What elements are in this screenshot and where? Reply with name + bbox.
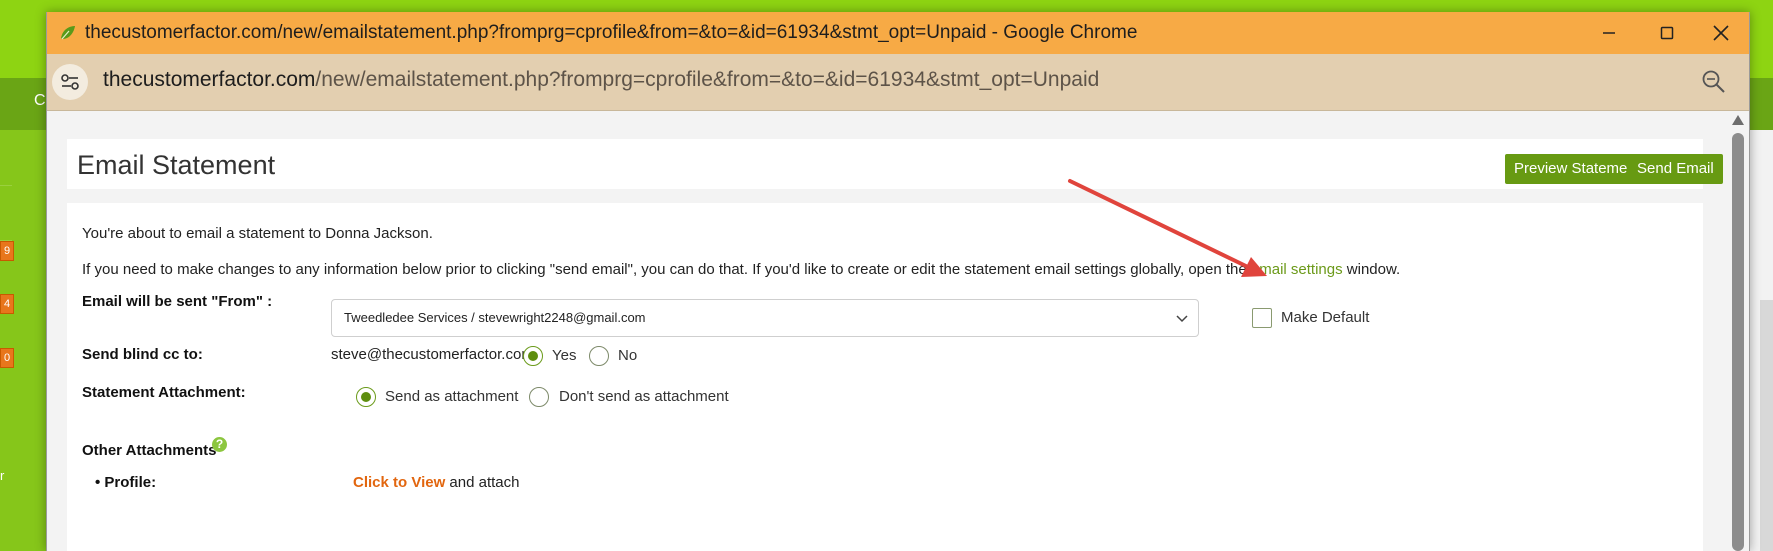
bcc-label: Send blind cc to:	[82, 346, 203, 363]
background-fragment: r	[0, 468, 5, 483]
email-settings-link[interactable]: email settings	[1251, 261, 1343, 278]
maximize-icon[interactable]	[1645, 18, 1689, 48]
instructions-after: window.	[1342, 261, 1401, 278]
other-attachments-label: Other Attachments	[82, 442, 217, 459]
email-statement-form	[67, 203, 1703, 551]
bcc-email: steve@thecustomerfactor.com	[331, 346, 534, 363]
background-sidebar	[0, 130, 46, 551]
profile-label: • Profile:	[95, 474, 157, 491]
make-default-checkbox[interactable]	[1252, 308, 1272, 328]
chrome-popup-window: thecustomerfactor.com/new/emailstatement…	[46, 12, 1750, 551]
url-path: /new/emailstatement.php?fromprg=cprofile…	[315, 68, 1100, 91]
background-badge: 4	[0, 294, 14, 314]
from-select-value: Tweedledee Services / stevewright2248@gm…	[344, 310, 646, 325]
address-bar[interactable]: thecustomerfactor.com/new/emailstatement…	[47, 54, 1749, 111]
url-text[interactable]: thecustomerfactor.com/new/emailstatement…	[103, 68, 1099, 92]
window-title: thecustomerfactor.com/new/emailstatement…	[85, 22, 1138, 43]
bcc-no-label: No	[618, 347, 638, 364]
close-icon[interactable]	[1699, 18, 1743, 48]
dont-send-attachment-radio[interactable]	[529, 387, 549, 407]
zoom-icon[interactable]	[1701, 69, 1727, 95]
page-viewport: Email Statement Preview Statement Send E…	[47, 111, 1725, 551]
send-as-attachment-radio[interactable]	[356, 387, 376, 407]
scrollbar-thumb[interactable]	[1732, 133, 1744, 551]
intro-text: You're about to email a statement to Don…	[82, 225, 433, 242]
chevron-down-icon	[1176, 312, 1188, 324]
background-nav-item: C	[34, 92, 46, 109]
leaf-icon	[59, 24, 77, 42]
bcc-yes-label: Yes	[552, 347, 577, 364]
minimize-icon[interactable]	[1587, 18, 1631, 48]
background-scroll-strip	[1760, 300, 1773, 551]
site-info-icon[interactable]	[52, 64, 88, 100]
attachment-label: Statement Attachment:	[82, 384, 246, 401]
background-badge: 0	[0, 348, 14, 368]
from-select[interactable]: Tweedledee Services / stevewright2248@gm…	[331, 299, 1199, 337]
page-header: Email Statement Preview Statement Send E…	[67, 139, 1723, 189]
from-label: Email will be sent "From" :	[82, 293, 273, 310]
bcc-yes-radio[interactable]	[523, 346, 543, 366]
vertical-scrollbar[interactable]	[1727, 111, 1749, 551]
send-as-attachment-label: Send as attachment	[385, 388, 519, 405]
background-divider	[0, 185, 12, 186]
window-titlebar[interactable]: thecustomerfactor.com/new/emailstatement…	[47, 12, 1749, 54]
background-badge: 9	[0, 241, 14, 261]
url-host: thecustomerfactor.com	[103, 68, 316, 91]
profile-attach-suffix: and attach	[445, 474, 520, 491]
scroll-up-arrow-icon[interactable]	[1732, 115, 1744, 125]
instructions-before: If you need to make changes to any infor…	[82, 261, 1251, 278]
profile-attach-text: Click to View and attach	[353, 474, 520, 491]
click-to-view-link[interactable]: Click to View	[353, 474, 445, 491]
dont-send-attachment-label: Don't send as attachment	[559, 388, 729, 405]
make-default-label: Make Default	[1281, 309, 1370, 326]
page-title: Email Statement	[77, 150, 276, 180]
bcc-no-radio[interactable]	[589, 346, 609, 366]
send-email-button[interactable]: Send Email	[1628, 154, 1723, 184]
help-icon[interactable]: ?	[212, 437, 227, 452]
instructions-text: If you need to make changes to any infor…	[82, 261, 1400, 278]
